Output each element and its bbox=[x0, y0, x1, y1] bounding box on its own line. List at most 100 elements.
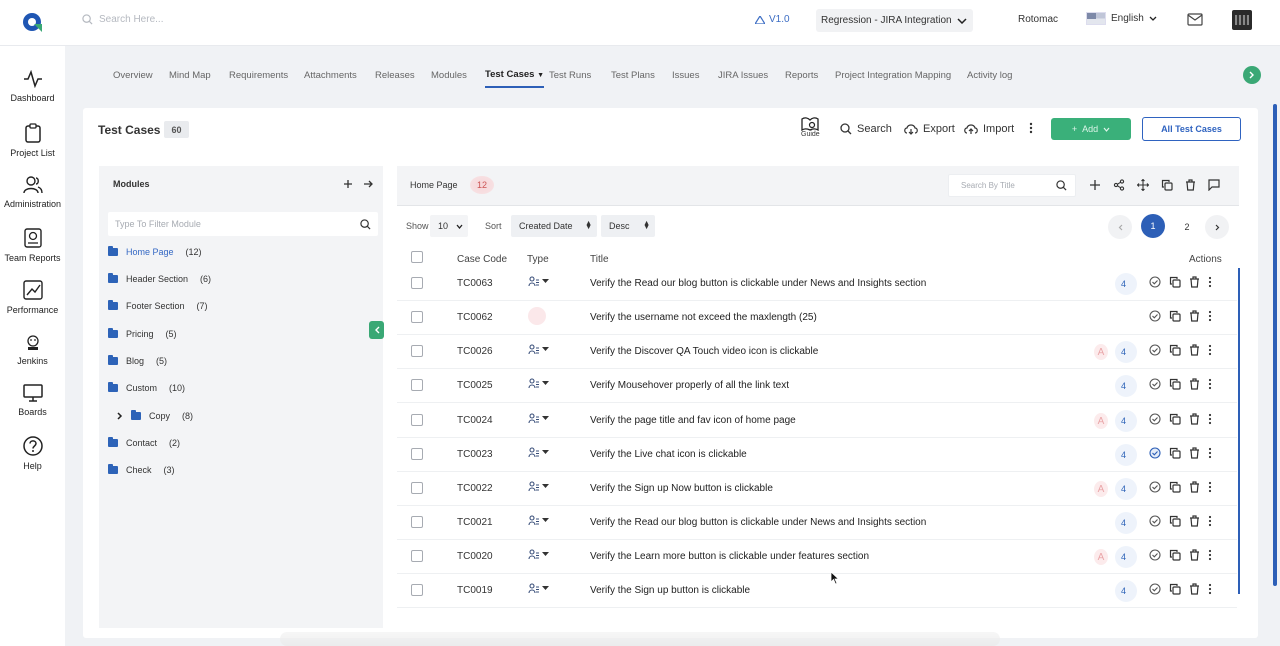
copy-icon[interactable] bbox=[1169, 549, 1181, 561]
case-title[interactable]: Verify Mousehover properly of all the li… bbox=[590, 380, 789, 391]
trash-icon[interactable] bbox=[1189, 549, 1200, 561]
case-title[interactable]: Verify the Read our blog button is click… bbox=[590, 517, 926, 528]
caret-down-icon[interactable] bbox=[542, 586, 549, 591]
column-header-case-code[interactable]: Case Code bbox=[457, 254, 507, 265]
row-checkbox[interactable] bbox=[411, 277, 423, 289]
trash-icon[interactable] bbox=[1189, 481, 1200, 493]
module-item[interactable]: Footer Section (7) bbox=[108, 300, 208, 311]
assignee-badge[interactable]: A bbox=[1094, 344, 1108, 360]
caret-down-icon[interactable] bbox=[542, 381, 549, 386]
trash-icon[interactable] bbox=[1189, 310, 1200, 322]
type-select[interactable] bbox=[528, 276, 549, 287]
case-code[interactable]: TC0019 bbox=[457, 585, 493, 596]
status-check-icon[interactable] bbox=[1149, 515, 1161, 527]
tab-modules[interactable]: Modules bbox=[431, 70, 467, 81]
status-check-icon[interactable] bbox=[1149, 549, 1161, 561]
module-item[interactable]: Check (3) bbox=[108, 464, 175, 475]
caret-down-icon[interactable] bbox=[542, 552, 549, 557]
export-button[interactable]: Export bbox=[904, 123, 955, 135]
case-code[interactable]: TC0026 bbox=[457, 346, 493, 357]
trash-icon[interactable] bbox=[1189, 276, 1200, 288]
caret-down-icon[interactable] bbox=[542, 484, 549, 489]
page-size-select[interactable]: 10 bbox=[430, 215, 468, 237]
assignee-badge[interactable]: A bbox=[1094, 549, 1108, 565]
case-code[interactable]: TC0025 bbox=[457, 380, 493, 391]
row-checkbox[interactable] bbox=[411, 379, 423, 391]
module-item[interactable]: Home Page (12) bbox=[108, 246, 202, 257]
more-options-icon[interactable] bbox=[1208, 378, 1212, 390]
sidebar-item-team-reports[interactable]: Team Reports bbox=[0, 228, 65, 263]
tab-overview[interactable]: Overview bbox=[113, 70, 153, 81]
avatar[interactable] bbox=[1232, 10, 1252, 30]
case-title[interactable]: Verify the Sign up button is clickable bbox=[590, 585, 750, 596]
tab-requirements[interactable]: Requirements bbox=[229, 70, 288, 81]
type-select[interactable] bbox=[528, 481, 549, 492]
language-select[interactable]: English bbox=[1086, 12, 1157, 25]
tab-jira-issues[interactable]: JIRA Issues bbox=[718, 70, 768, 81]
table-row[interactable]: TC0019 Verify the Sign up button is click… bbox=[397, 574, 1237, 608]
tab-issues[interactable]: Issues bbox=[672, 70, 699, 81]
next-page-button[interactable] bbox=[1205, 215, 1229, 239]
row-checkbox[interactable] bbox=[411, 414, 423, 426]
case-title[interactable]: Verify the Read our blog button is click… bbox=[590, 278, 926, 289]
type-select[interactable] bbox=[528, 344, 549, 355]
chevron-right-icon[interactable] bbox=[117, 412, 123, 420]
type-select[interactable] bbox=[528, 583, 549, 594]
arrow-right-icon[interactable] bbox=[363, 179, 373, 189]
status-check-icon[interactable] bbox=[1149, 481, 1161, 493]
more-options-icon[interactable] bbox=[1208, 276, 1212, 288]
table-row[interactable]: TC0023 Verify the Live chat icon is click… bbox=[397, 438, 1237, 472]
row-checkbox[interactable] bbox=[411, 448, 423, 460]
table-row[interactable]: TC0062 Verify the username not exceed the… bbox=[397, 301, 1237, 335]
case-title[interactable]: Verify the Discover QA Touch video icon … bbox=[590, 346, 818, 357]
sidebar-item-dashboard[interactable]: Dashboard bbox=[0, 70, 65, 103]
status-check-icon[interactable] bbox=[1149, 344, 1161, 356]
column-header-title[interactable]: Title bbox=[590, 254, 609, 265]
row-checkbox[interactable] bbox=[411, 550, 423, 562]
sidebar-item-administration[interactable]: Administration bbox=[0, 176, 65, 209]
case-code[interactable]: TC0021 bbox=[457, 517, 493, 528]
row-checkbox[interactable] bbox=[411, 345, 423, 357]
tab-project-integration-mapping[interactable]: Project Integration Mapping bbox=[835, 70, 951, 81]
copy-icon[interactable] bbox=[1161, 179, 1173, 191]
page-2-button[interactable]: 2 bbox=[1175, 215, 1199, 239]
sidebar-item-help[interactable]: Help bbox=[0, 436, 65, 471]
type-select[interactable] bbox=[528, 515, 549, 526]
trash-icon[interactable] bbox=[1189, 413, 1200, 425]
add-module-icon[interactable] bbox=[343, 179, 353, 189]
case-code[interactable]: TC0020 bbox=[457, 551, 493, 562]
assignee-badge[interactable]: A bbox=[1094, 481, 1108, 497]
page-1-button[interactable]: 1 bbox=[1141, 214, 1165, 238]
module-item[interactable]: Copy (8) bbox=[117, 410, 193, 421]
tab-test-cases[interactable]: Test Cases ▼ bbox=[485, 69, 545, 88]
add-button[interactable]: + Add bbox=[1051, 118, 1131, 140]
caret-down-icon[interactable] bbox=[542, 518, 549, 523]
page-scrollbar[interactable] bbox=[1273, 104, 1277, 586]
global-search[interactable]: Search Here... bbox=[82, 14, 163, 25]
more-options-icon[interactable] bbox=[1208, 310, 1212, 322]
caret-down-icon[interactable] bbox=[542, 450, 549, 455]
trash-icon[interactable] bbox=[1185, 179, 1196, 191]
next-tabs-button[interactable] bbox=[1243, 66, 1261, 84]
copy-icon[interactable] bbox=[1169, 583, 1181, 595]
case-title[interactable]: Verify the Learn more button is clickabl… bbox=[590, 551, 869, 562]
table-row[interactable]: TC0024 Verify the page title and fav icon… bbox=[397, 404, 1237, 438]
case-code[interactable]: TC0023 bbox=[457, 449, 493, 460]
more-options-icon[interactable] bbox=[1208, 344, 1212, 356]
status-check-icon[interactable] bbox=[1149, 378, 1161, 390]
copy-icon[interactable] bbox=[1169, 447, 1181, 459]
status-check-icon[interactable] bbox=[1149, 447, 1161, 459]
row-checkbox[interactable] bbox=[411, 482, 423, 494]
sidebar-item-jenkins[interactable]: Jenkins bbox=[0, 335, 65, 366]
table-row[interactable]: TC0021 Verify the Read our blog button is… bbox=[397, 506, 1237, 540]
more-options-icon[interactable] bbox=[1208, 447, 1212, 459]
case-title[interactable]: Verify the page title and fav icon of ho… bbox=[590, 415, 796, 426]
copy-icon[interactable] bbox=[1169, 413, 1181, 425]
sidebar-item-boards[interactable]: Boards bbox=[0, 384, 65, 417]
trash-icon[interactable] bbox=[1189, 515, 1200, 527]
row-checkbox[interactable] bbox=[411, 516, 423, 528]
module-item[interactable]: Blog (5) bbox=[108, 355, 167, 366]
copy-icon[interactable] bbox=[1169, 276, 1181, 288]
tab-attachments[interactable]: Attachments bbox=[304, 70, 357, 81]
copy-icon[interactable] bbox=[1169, 344, 1181, 356]
